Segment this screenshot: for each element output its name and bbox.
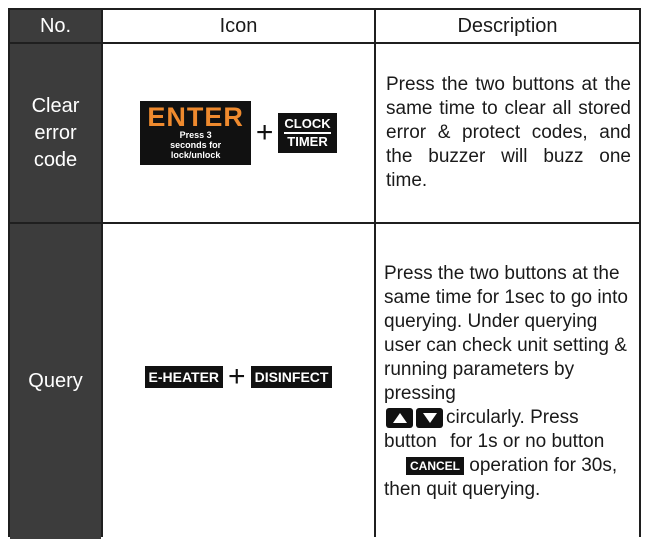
no-line-error: error <box>34 121 77 144</box>
no-line-code: code <box>33 148 78 171</box>
header-no: No. <box>10 10 101 42</box>
disinfect-key-icon: DISINFECT <box>250 365 333 388</box>
no-query: Query <box>28 370 83 392</box>
row-clear-error-icon: ENTER Press 3 seconds for lock/unlock + … <box>103 44 374 222</box>
row-query-description: Press the two buttons at the same time f… <box>376 224 639 539</box>
clock-key-label: CLOCK <box>284 117 331 134</box>
enter-key-sub: Press 3 seconds for lock/unlock <box>170 130 222 160</box>
timer-key-label: TIMER <box>287 134 328 149</box>
header-icon: Icon <box>103 10 374 42</box>
header-description: Description <box>376 10 639 42</box>
query-desc-part3: for 1s or no button <box>450 431 605 452</box>
cancel-key-icon: CANCEL <box>406 456 464 475</box>
header-icon-label: Icon <box>219 14 258 37</box>
row-clear-error-description: Press the two buttons at the same time t… <box>376 44 639 222</box>
enter-key-icon: ENTER Press 3 seconds for lock/unlock <box>140 101 251 165</box>
plus-sign: + <box>255 116 274 149</box>
functions-table: No. Icon Description Clear error code EN… <box>8 8 641 539</box>
up-arrow-key-icon <box>386 407 413 428</box>
query-desc-part1: Press the two buttons at the same time f… <box>384 263 628 404</box>
plus-sign: + <box>228 359 246 393</box>
header-no-label: No. <box>39 14 72 37</box>
e-heater-key-icon: E-HEATER <box>144 365 224 388</box>
enter-key-label: ENTER <box>147 102 244 132</box>
row-clear-error-no: Clear error code <box>10 44 101 222</box>
down-arrow-key-icon <box>416 407 443 428</box>
row-query-no: Query <box>10 224 101 539</box>
row-query-icon: E-HEATER + DISINFECT <box>103 224 374 539</box>
clear-error-description-text: Press the two buttons at the same time t… <box>386 74 631 191</box>
header-description-label: Description <box>457 14 558 37</box>
query-description-text: Press the two buttons at the same time f… <box>376 262 639 502</box>
clock-timer-key-icon: CLOCK TIMER <box>278 113 337 153</box>
no-line-clear: Clear <box>31 94 80 117</box>
